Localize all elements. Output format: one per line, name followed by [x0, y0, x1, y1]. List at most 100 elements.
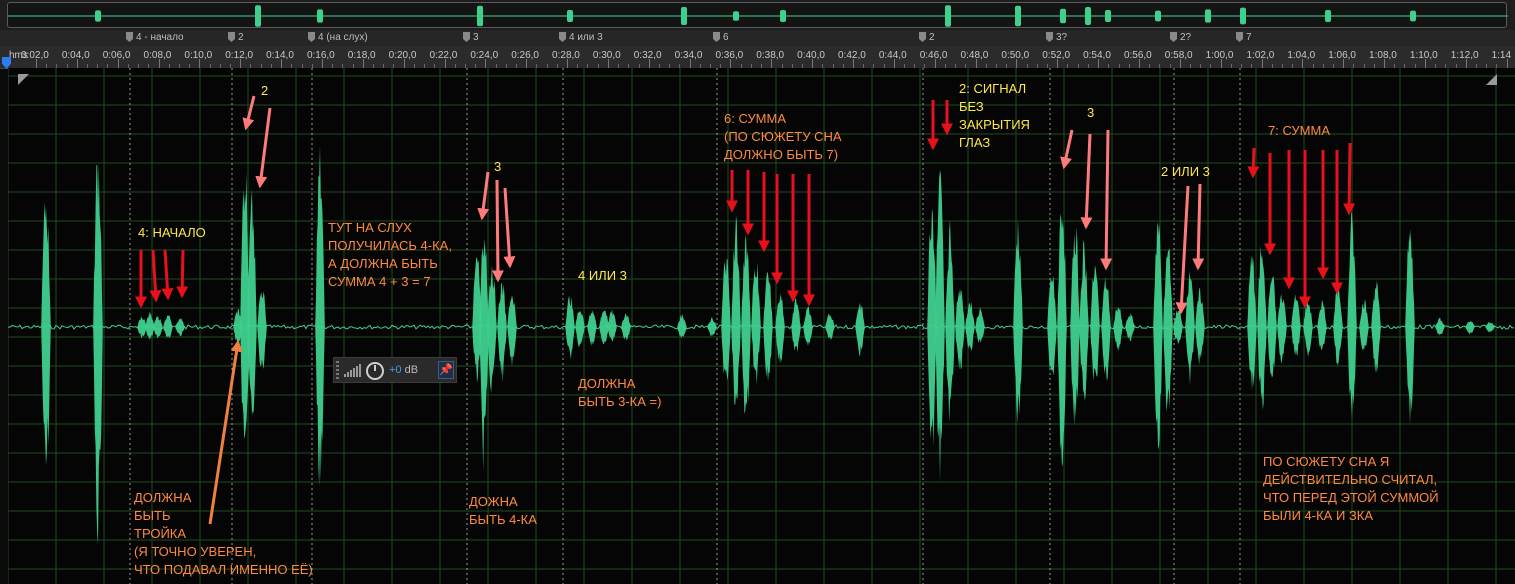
ruler-major-tick: [1343, 59, 1345, 68]
annotation-line: ДОЛЖНА: [134, 490, 192, 505]
annotation-line: А ДОЛЖНА БЫТЬ: [328, 256, 438, 271]
overview-spike: [317, 9, 323, 23]
gain-hud[interactable]: +0 dB 📌: [333, 357, 457, 383]
annotation-line: ДЕЙСТВИТЕЛЬНО СЧИТАЛ,: [1263, 472, 1438, 487]
ruler-tick-label: 0:02,0: [21, 50, 49, 61]
waveform-burst: [247, 188, 257, 416]
waveform-burst: [975, 307, 985, 344]
ruler-major-tick: [76, 59, 78, 68]
knob-indicator-icon: [374, 365, 376, 371]
overview-spike: [477, 5, 483, 27]
waveform-burst: [1101, 276, 1111, 381]
ruler-major-tick: [1179, 59, 1181, 68]
waveform-burst: [1079, 239, 1089, 401]
ruler-major-tick: [158, 59, 160, 68]
annotation-arrow: [491, 179, 504, 283]
waveform-burst: [1070, 226, 1080, 426]
overview-spike: [1410, 10, 1416, 22]
gain-readout: +0 dB: [389, 364, 418, 376]
overview-spike: [1085, 7, 1091, 25]
waveform-burst: [1247, 254, 1257, 391]
overview-spike: [95, 10, 101, 22]
gain-knob[interactable]: [366, 362, 384, 380]
annotation-note: 2: [261, 82, 268, 100]
ruler-tick-label: 1:04,0: [1287, 50, 1316, 61]
annotation-line: ДОЛЖНО БЫТЬ 7): [724, 147, 839, 162]
waveform-burst: [707, 317, 717, 337]
waveform-burst: [677, 314, 687, 339]
ruler-tick-label: 0:18,0: [347, 50, 376, 61]
waveform-burst: [575, 310, 585, 347]
ruler-major-tick: [526, 59, 528, 68]
marker-label: 2?: [1180, 32, 1192, 43]
annotation-line: 4: НАЧАЛО: [138, 225, 206, 240]
marker-track[interactable]: 4 - начало 2 4 (на слух) 3 4 или 3 6 2 3…: [0, 30, 1515, 46]
annotation-line: ТРОЙКА: [134, 526, 187, 541]
ruler-major-tick: [730, 59, 732, 68]
ruler-tick-label: 0:34,0: [674, 50, 703, 61]
waveform-burst: [621, 313, 631, 341]
waveform-burst: [175, 318, 185, 337]
waveform-burst: [587, 310, 597, 347]
waveform-burst: [1047, 276, 1057, 376]
annotation-line: ТУТ НА СЛУХ: [328, 220, 412, 235]
ruler-tick-label: 1:08,0: [1369, 50, 1397, 61]
marker-label: 4 (на слух): [318, 32, 368, 43]
ruler-tick-label: 0:30,0: [592, 50, 621, 61]
drag-handle-icon[interactable]: [336, 361, 339, 379]
annotation-line: ДОЛЖНА: [578, 376, 636, 391]
annotation-note: 6: СУММА (ПО СЮЖЕТУ СНА ДОЛЖНО БЫТЬ 7): [724, 110, 842, 164]
annotation-line: 3: [1087, 105, 1095, 120]
ruler-tick-label: 0:48,0: [960, 50, 989, 61]
waveform-burst: [1465, 320, 1475, 335]
annotation-note: 2 ИЛИ 3: [1161, 163, 1210, 181]
waveform-burst: [775, 293, 785, 364]
annotation-arrow: [242, 95, 256, 131]
marker-label: 6: [723, 32, 729, 43]
annotation-arrow: [176, 249, 189, 299]
ruler-major-tick: [36, 59, 37, 68]
waveform-burst: [1359, 299, 1369, 351]
overview-spike: [1015, 5, 1021, 27]
ruler-major-tick: [1506, 59, 1508, 68]
waveform-burst: [1173, 309, 1183, 345]
ruler-major-tick: [934, 59, 936, 68]
pin-icon[interactable]: 📌: [438, 361, 454, 379]
time-ruler[interactable]: hms 0:02,0 0:04,0 0:06,0 0:08,0 0:10,0 0:12,0…: [0, 46, 1515, 69]
ruler-tick-label: 0:36,0: [715, 50, 744, 61]
overview-waveform[interactable]: [7, 2, 1508, 28]
waveform-burst: [965, 301, 975, 351]
annotation-arrow: [1343, 142, 1356, 216]
annotation-arrow: [161, 249, 174, 301]
marker-flag-icon: [1046, 32, 1053, 42]
overview-spike: [1325, 10, 1331, 22]
waveform-burst: [1291, 294, 1301, 356]
waveform-burst: [565, 295, 575, 360]
marker-flag-icon: [463, 32, 470, 42]
waveform-burst: [721, 258, 731, 382]
annotation-arrow: [1080, 133, 1093, 230]
ruler-tick-label: 0:28,0: [552, 50, 580, 61]
waveform-burst: [855, 302, 865, 357]
ruler-major-tick: [485, 59, 487, 68]
annotation-note: 7: СУММА: [1268, 122, 1330, 140]
ruler-tick-label: 0:42,0: [838, 50, 866, 61]
waveform-burst: [935, 170, 945, 482]
annotation-note: ДОЖНА БЫТЬ 4-КА: [469, 493, 537, 529]
ruler-tick-label: 0:14,0: [266, 50, 294, 61]
annotation-line: 7: СУММА: [1268, 123, 1330, 138]
overview-spike: [1205, 9, 1211, 23]
ruler-tick-label: 0:06,0: [102, 50, 131, 61]
waveform-burst: [763, 271, 773, 382]
ruler-tick-label: 0:10,0: [184, 50, 213, 61]
marker-label: 2: [238, 32, 244, 43]
annotation-note: ДОЛЖНА БЫТЬ ТРОЙКА (Я ТОЧНО УВЕРЕН, ЧТО ПОДА…: [134, 489, 313, 579]
waveform-burst: [1317, 299, 1327, 351]
waveform-burst: [1257, 245, 1267, 410]
ruler-major-tick: [117, 59, 119, 68]
overview-bar[interactable]: [0, 0, 1515, 30]
annotation-note: 4: НАЧАЛО: [138, 224, 206, 242]
ruler-tick-label: 0:32,0: [633, 50, 662, 61]
marker-flag-icon: [228, 32, 235, 42]
annotation-line: ЧТО ПОДАВАЛ ИМЕННО ЕЁ): [134, 562, 313, 577]
